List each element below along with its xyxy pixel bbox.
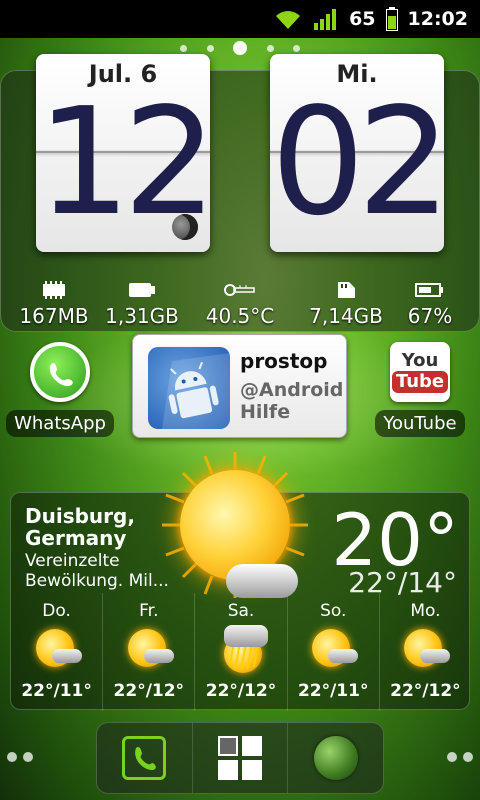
weather-hi-lo: 22°/14° xyxy=(348,571,457,595)
stat-sd: 1,31GB xyxy=(92,278,192,328)
prostop-name: prostop xyxy=(240,349,328,373)
cloud-icon xyxy=(226,564,298,598)
phone-button[interactable] xyxy=(97,723,192,793)
rain-cloud-icon xyxy=(210,625,272,677)
stat-battery-value: 67% xyxy=(407,304,453,328)
prostop-widget[interactable]: prostop @Android Hilfe xyxy=(132,334,347,438)
forecast-day-name: Fr. xyxy=(139,601,159,621)
page-dot xyxy=(266,44,274,52)
sun-cloud-icon xyxy=(26,625,88,677)
sun-cloud-icon xyxy=(118,625,180,677)
weather-city: Duisburg, Germany xyxy=(25,504,135,550)
dock-left-dots[interactable] xyxy=(4,752,36,762)
forecast-temp: 22°/12° xyxy=(113,681,185,701)
stat-ram: 167MB xyxy=(4,278,104,328)
system-stats-row: 167MB 1,31GB 40.5°C 7,14GB 67% xyxy=(0,278,480,332)
youtube-icon: You Tube xyxy=(390,342,450,402)
forecast-day-name: Do. xyxy=(42,601,71,621)
forecast-day-name: So. xyxy=(320,601,347,621)
flip-card-hour[interactable]: Jul. 6 12 xyxy=(36,54,217,252)
app-whatsapp[interactable]: WhatsApp xyxy=(4,342,116,437)
globe-icon xyxy=(313,736,358,780)
memory-chip-icon xyxy=(4,278,104,302)
sun-cloud-icon xyxy=(394,625,456,677)
app-drawer-button[interactable] xyxy=(191,723,288,793)
page-dot xyxy=(206,44,214,52)
page-dot xyxy=(293,44,300,52)
forecast-day: Sa. 22°/12° xyxy=(194,593,286,711)
youtube-label: YouTube xyxy=(375,410,465,437)
moon-phase-icon xyxy=(172,214,198,240)
android-logo-icon xyxy=(148,347,230,429)
whatsapp-label: WhatsApp xyxy=(6,410,114,437)
dock xyxy=(96,722,384,794)
app-grid-icon xyxy=(218,736,262,780)
phone-icon xyxy=(122,736,167,780)
forecast-day-name: Mo. xyxy=(410,601,441,621)
status-bar: 65 12:02 xyxy=(0,0,480,38)
stat-ram-value: 167MB xyxy=(19,304,89,328)
battery-icon xyxy=(380,278,480,302)
signal-bars-icon xyxy=(313,7,339,31)
stat-temperature: 40.5°C xyxy=(190,278,290,328)
dock-right-dots[interactable] xyxy=(444,752,476,762)
stat-battery: 67% xyxy=(380,278,480,328)
forecast-day: So. 22°/11° xyxy=(286,593,379,711)
forecast-temp: 22°/11° xyxy=(21,681,92,701)
browser-button[interactable] xyxy=(287,723,383,793)
battery-level: 65 xyxy=(349,8,376,30)
page-dot-active xyxy=(233,41,247,55)
forecast-temp: 22°/11° xyxy=(297,681,369,701)
app-youtube[interactable]: You Tube YouTube xyxy=(370,342,470,437)
clock-minute: 02 xyxy=(270,76,451,248)
sd-card-icon xyxy=(92,278,192,302)
prostop-handle: @Android Hilfe xyxy=(240,379,344,423)
forecast-day: Fr. 22°/12° xyxy=(102,593,194,711)
weather-description: Vereinzelte Bewölkung. Mil... xyxy=(25,551,169,591)
stat-sd-value: 1,31GB xyxy=(105,304,179,328)
sun-cloud-icon xyxy=(302,625,364,677)
thermometer-icon xyxy=(190,278,290,302)
forecast-day: Do. 22°/11° xyxy=(11,593,102,711)
forecast-temp: 22°/12° xyxy=(390,681,461,701)
status-time: 12:02 xyxy=(407,8,468,30)
forecast-temp: 22°/12° xyxy=(205,681,277,701)
forecast-day-name: Sa. xyxy=(227,601,255,621)
flip-card-minute[interactable]: Mi. 02 xyxy=(270,54,451,252)
page-dot xyxy=(180,44,187,52)
whatsapp-icon xyxy=(30,342,90,402)
weather-forecast: Do. 22°/11° Fr. 22°/12° Sa. 22°/12° So. … xyxy=(11,593,471,711)
weather-current-temp: 20° xyxy=(331,498,459,582)
battery-icon xyxy=(385,7,398,31)
forecast-day: Mo. 22°/12° xyxy=(378,593,471,711)
weather-sun-icon xyxy=(160,450,310,600)
stat-temperature-value: 40.5°C xyxy=(205,304,275,328)
wifi-icon xyxy=(273,7,303,31)
